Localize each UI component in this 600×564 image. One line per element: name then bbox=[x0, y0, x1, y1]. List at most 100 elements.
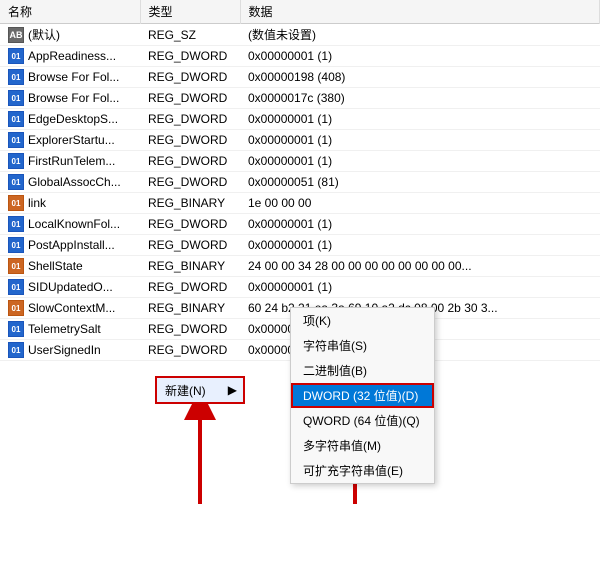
row-name: SIDUpdatedO... bbox=[28, 280, 113, 294]
table-row[interactable]: 01 link REG_BINARY 1e 00 00 00 bbox=[0, 193, 600, 214]
cell-data: 0x00000001 (1) bbox=[240, 214, 600, 235]
reg-icon: 01 bbox=[8, 258, 24, 274]
cell-type: REG_DWORD bbox=[140, 109, 240, 130]
table-row[interactable]: 01 PostAppInstall... REG_DWORD 0x0000000… bbox=[0, 235, 600, 256]
cell-name: 01 FirstRunTelem... bbox=[0, 151, 140, 172]
table-row[interactable]: 01 Browse For Fol... REG_DWORD 0x0000019… bbox=[0, 67, 600, 88]
cell-data: 0x00000001 (1) bbox=[240, 277, 600, 298]
cell-data: 0x00000051 (81) bbox=[240, 172, 600, 193]
table-row[interactable]: 01 Browse For Fol... REG_DWORD 0x0000017… bbox=[0, 88, 600, 109]
reg-icon: AB bbox=[8, 27, 24, 43]
cell-name: 01 link bbox=[0, 193, 140, 214]
table-row[interactable]: 01 ExplorerStartu... REG_DWORD 0x0000000… bbox=[0, 130, 600, 151]
cell-type: REG_BINARY bbox=[140, 256, 240, 277]
cell-type: REG_DWORD bbox=[140, 319, 240, 340]
cell-data: 0x00000198 (408) bbox=[240, 67, 600, 88]
cell-type: REG_DWORD bbox=[140, 277, 240, 298]
cell-data: 0x0000017c (380) bbox=[240, 88, 600, 109]
row-name: PostAppInstall... bbox=[28, 238, 115, 252]
cell-name: 01 Browse For Fol... bbox=[0, 88, 140, 109]
cell-type: REG_DWORD bbox=[140, 214, 240, 235]
arrow-up-left bbox=[175, 394, 225, 514]
submenu-item[interactable]: DWORD (32 位值)(D) bbox=[291, 383, 434, 408]
cell-name: 01 AppReadiness... bbox=[0, 46, 140, 67]
cell-name: 01 LocalKnownFol... bbox=[0, 214, 140, 235]
cell-type: REG_DWORD bbox=[140, 88, 240, 109]
row-name: SlowContextM... bbox=[28, 301, 115, 315]
cell-name: 01 EdgeDesktopS... bbox=[0, 109, 140, 130]
row-name: FirstRunTelem... bbox=[28, 154, 115, 168]
cell-type: REG_BINARY bbox=[140, 193, 240, 214]
table-row[interactable]: AB (默认) REG_SZ (数值未设置) bbox=[0, 24, 600, 46]
cell-type: REG_DWORD bbox=[140, 67, 240, 88]
cell-data: 1e 00 00 00 bbox=[240, 193, 600, 214]
reg-icon: 01 bbox=[8, 321, 24, 337]
submenu-item[interactable]: QWORD (64 位值)(Q) bbox=[291, 408, 434, 433]
submenu-item[interactable]: 可扩充字符串值(E) bbox=[291, 458, 434, 483]
cell-name: 01 PostAppInstall... bbox=[0, 235, 140, 256]
row-name: link bbox=[28, 196, 46, 210]
table-row[interactable]: 01 SIDUpdatedO... REG_DWORD 0x00000001 (… bbox=[0, 277, 600, 298]
cell-data: 0x00000001 (1) bbox=[240, 130, 600, 151]
cell-data: 0x00000001 (1) bbox=[240, 235, 600, 256]
cell-type: REG_DWORD bbox=[140, 235, 240, 256]
new-button-label: 新建(N) bbox=[165, 382, 206, 399]
reg-icon: 01 bbox=[8, 195, 24, 211]
cell-type: REG_DWORD bbox=[140, 340, 240, 361]
reg-icon: 01 bbox=[8, 174, 24, 190]
registry-window: 名称 类型 数据 AB (默认) REG_SZ (数值未设置) 01 AppRe… bbox=[0, 0, 600, 564]
cell-name: 01 Browse For Fol... bbox=[0, 67, 140, 88]
reg-icon: 01 bbox=[8, 279, 24, 295]
reg-icon: 01 bbox=[8, 237, 24, 253]
row-name: ExplorerStartu... bbox=[28, 133, 115, 147]
cell-type: REG_SZ bbox=[140, 24, 240, 46]
table-row[interactable]: 01 LocalKnownFol... REG_DWORD 0x00000001… bbox=[0, 214, 600, 235]
reg-icon: 01 bbox=[8, 69, 24, 85]
cell-data: 0x00000001 (1) bbox=[240, 151, 600, 172]
row-name: (默认) bbox=[28, 26, 60, 43]
cell-name: 01 UserSignedIn bbox=[0, 340, 140, 361]
new-button-arrow: ▶ bbox=[228, 383, 237, 397]
row-name: TelemetrySalt bbox=[28, 322, 101, 336]
cell-data: (数值未设置) bbox=[240, 24, 600, 46]
cell-type: REG_DWORD bbox=[140, 151, 240, 172]
reg-icon: 01 bbox=[8, 90, 24, 106]
reg-icon: 01 bbox=[8, 132, 24, 148]
col-header-name: 名称 bbox=[0, 0, 140, 24]
row-name: ShellState bbox=[28, 259, 83, 273]
cell-name: 01 ExplorerStartu... bbox=[0, 130, 140, 151]
cell-name: 01 ShellState bbox=[0, 256, 140, 277]
cell-data: 24 00 00 34 28 00 00 00 00 00 00 00 00..… bbox=[240, 256, 600, 277]
cell-name: 01 SIDUpdatedO... bbox=[0, 277, 140, 298]
submenu-item[interactable]: 字符串值(S) bbox=[291, 333, 434, 358]
new-submenu-button[interactable]: 新建(N) ▶ bbox=[155, 376, 245, 404]
cell-type: REG_DWORD bbox=[140, 130, 240, 151]
row-name: UserSignedIn bbox=[28, 343, 101, 357]
submenu-item[interactable]: 二进制值(B) bbox=[291, 358, 434, 383]
submenu-item[interactable]: 多字符串值(M) bbox=[291, 433, 434, 458]
cell-name: 01 TelemetrySalt bbox=[0, 319, 140, 340]
row-name: Browse For Fol... bbox=[28, 91, 119, 105]
row-name: AppReadiness... bbox=[28, 49, 116, 63]
reg-icon: 01 bbox=[8, 48, 24, 64]
reg-icon: 01 bbox=[8, 216, 24, 232]
table-row[interactable]: 01 EdgeDesktopS... REG_DWORD 0x00000001 … bbox=[0, 109, 600, 130]
reg-icon: 01 bbox=[8, 111, 24, 127]
cell-name: 01 SlowContextM... bbox=[0, 298, 140, 319]
row-name: Browse For Fol... bbox=[28, 70, 119, 84]
table-row[interactable]: 01 FirstRunTelem... REG_DWORD 0x00000001… bbox=[0, 151, 600, 172]
col-header-data: 数据 bbox=[240, 0, 600, 24]
table-row[interactable]: 01 GlobalAssocCh... REG_DWORD 0x00000051… bbox=[0, 172, 600, 193]
table-row[interactable]: 01 AppReadiness... REG_DWORD 0x00000001 … bbox=[0, 46, 600, 67]
reg-icon: 01 bbox=[8, 342, 24, 358]
row-name: LocalKnownFol... bbox=[28, 217, 120, 231]
submenu-item[interactable]: 项(K) bbox=[291, 308, 434, 333]
row-name: EdgeDesktopS... bbox=[28, 112, 118, 126]
cell-type: REG_DWORD bbox=[140, 46, 240, 67]
cell-name: 01 GlobalAssocCh... bbox=[0, 172, 140, 193]
reg-icon: 01 bbox=[8, 153, 24, 169]
context-submenu: 项(K)字符串值(S)二进制值(B)DWORD (32 位值)(D)QWORD … bbox=[290, 307, 435, 484]
cell-type: REG_DWORD bbox=[140, 172, 240, 193]
table-row[interactable]: 01 ShellState REG_BINARY 24 00 00 34 28 … bbox=[0, 256, 600, 277]
cell-data: 0x00000001 (1) bbox=[240, 46, 600, 67]
